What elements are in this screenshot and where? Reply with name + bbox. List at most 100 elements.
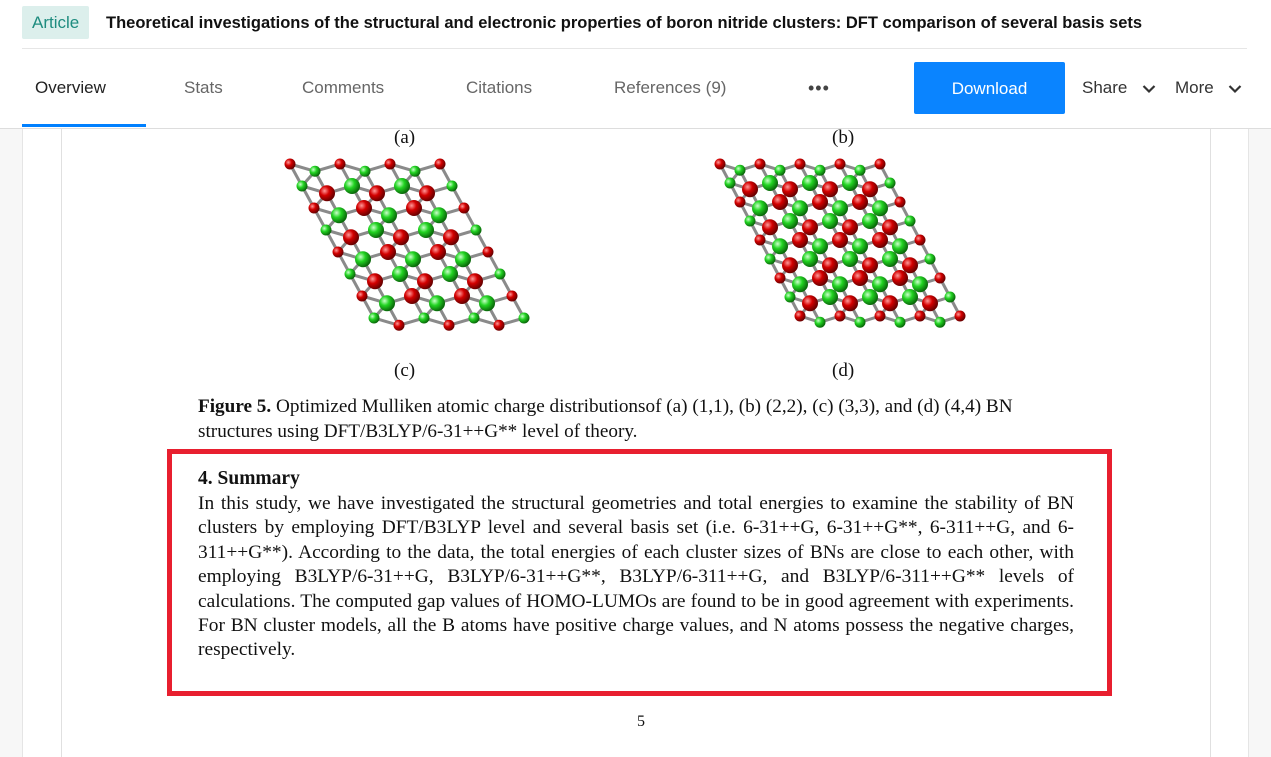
boron-atom <box>429 295 445 312</box>
nitrogen-atom <box>922 295 938 312</box>
nitrogen-atom <box>367 273 383 290</box>
chevron-down-icon <box>1229 84 1242 93</box>
nitrogen-atom <box>369 185 385 202</box>
article-header: Article Theoretical investigations of th… <box>0 0 1271 129</box>
boron-atom <box>752 200 768 217</box>
boron-atom <box>774 164 786 176</box>
share-dropdown[interactable]: Share <box>1082 78 1156 98</box>
nitrogen-atom <box>393 229 409 246</box>
nitrogen-atom <box>842 219 858 236</box>
boron-atom <box>344 268 356 280</box>
tab-overview[interactable]: Overview <box>35 78 106 98</box>
boron-atom <box>309 165 321 177</box>
download-button[interactable]: Download <box>914 62 1065 114</box>
boron-atom <box>455 251 471 268</box>
nitrogen-atom <box>343 229 359 246</box>
boron-atom <box>904 215 916 227</box>
nitrogen-atom <box>714 158 726 170</box>
tab-references[interactable]: References (9) <box>614 78 726 98</box>
tab-citations[interactable]: Citations <box>466 78 532 98</box>
tab-stats[interactable]: Stats <box>184 78 223 98</box>
more-tabs-button[interactable]: ••• <box>808 78 830 99</box>
boron-atom <box>822 289 838 305</box>
panel-label-d: (d) <box>832 360 855 381</box>
nitrogen-atom <box>384 158 396 170</box>
nitrogen-atom <box>356 290 368 302</box>
summary-heading: 4. Summary <box>198 468 300 489</box>
boron-atom <box>832 200 848 217</box>
share-label: Share <box>1082 78 1128 97</box>
nitrogen-atom <box>458 202 470 214</box>
boron-atom <box>355 251 371 268</box>
boron-atom <box>802 251 818 267</box>
nitrogen-atom <box>404 288 420 304</box>
nitrogen-atom <box>834 310 846 322</box>
boron-atom <box>852 238 868 255</box>
nitrogen-atom <box>308 202 320 214</box>
nitrogen-atom <box>832 232 848 248</box>
nitrogen-atom <box>782 257 798 274</box>
nitrogen-atom <box>812 270 828 286</box>
figure-caption-label: Figure 5. <box>198 396 272 417</box>
boron-atom <box>518 312 530 324</box>
boron-atom <box>924 253 936 265</box>
nitrogen-atom <box>774 272 786 284</box>
tab-comments[interactable]: Comments <box>302 78 384 98</box>
nitrogen-atom <box>802 219 818 236</box>
nitrogen-atom <box>482 246 494 258</box>
nitrogen-atom <box>802 295 818 312</box>
header-divider <box>22 48 1247 49</box>
nitrogen-atom <box>902 257 918 274</box>
boron-atom <box>418 222 434 238</box>
nitrogen-atom <box>319 185 335 202</box>
boron-atom <box>468 312 480 324</box>
nitrogen-atom <box>742 181 758 198</box>
boron-atom <box>409 165 421 177</box>
nitrogen-atom <box>772 194 788 210</box>
nitrogen-atom <box>493 319 505 331</box>
boron-atom <box>331 207 347 224</box>
boron-atom <box>470 224 482 236</box>
nitrogen-atom <box>852 194 868 210</box>
boron-atom <box>812 238 828 255</box>
nitrogen-atom <box>834 158 846 170</box>
nitrogen-atom <box>443 229 459 246</box>
nitrogen-atom <box>332 246 344 258</box>
boron-atom <box>854 164 866 176</box>
boron-atom <box>862 289 878 305</box>
nitrogen-atom <box>822 257 838 274</box>
boron-atom <box>822 213 838 229</box>
nitrogen-atom <box>734 196 746 208</box>
atoms <box>714 158 966 328</box>
active-tab-indicator <box>22 124 146 127</box>
boron-atom <box>381 207 397 224</box>
nitrogen-atom <box>393 319 405 331</box>
boron-atom <box>494 268 506 280</box>
boron-atom <box>431 207 447 224</box>
boron-atom <box>418 312 430 324</box>
boron-atom <box>902 289 918 305</box>
nitrogen-atom <box>882 295 898 312</box>
boron-atom <box>744 215 756 227</box>
boron-atom <box>359 165 371 177</box>
boron-atom <box>724 177 736 189</box>
nitrogen-atom <box>754 234 766 246</box>
more-dropdown[interactable]: More <box>1175 78 1242 98</box>
molecule-image-d <box>714 158 966 328</box>
molecule-image-c <box>284 158 530 331</box>
boron-atom <box>814 164 826 176</box>
nitrogen-atom <box>419 185 435 202</box>
boron-atom <box>862 213 878 229</box>
article-type-badge: Article <box>22 6 90 39</box>
nitrogen-atom <box>892 270 908 286</box>
nitrogen-atom <box>334 158 346 170</box>
boron-atom <box>392 266 408 282</box>
boron-atom <box>814 316 826 328</box>
nitrogen-atom <box>934 272 946 284</box>
nitrogen-atom <box>954 310 966 322</box>
summary-body: In this study, we have investigated the … <box>198 493 1074 661</box>
boron-atom <box>394 178 410 194</box>
boron-atom <box>792 200 808 217</box>
boron-atom <box>379 295 395 312</box>
nitrogen-atom <box>914 310 926 322</box>
